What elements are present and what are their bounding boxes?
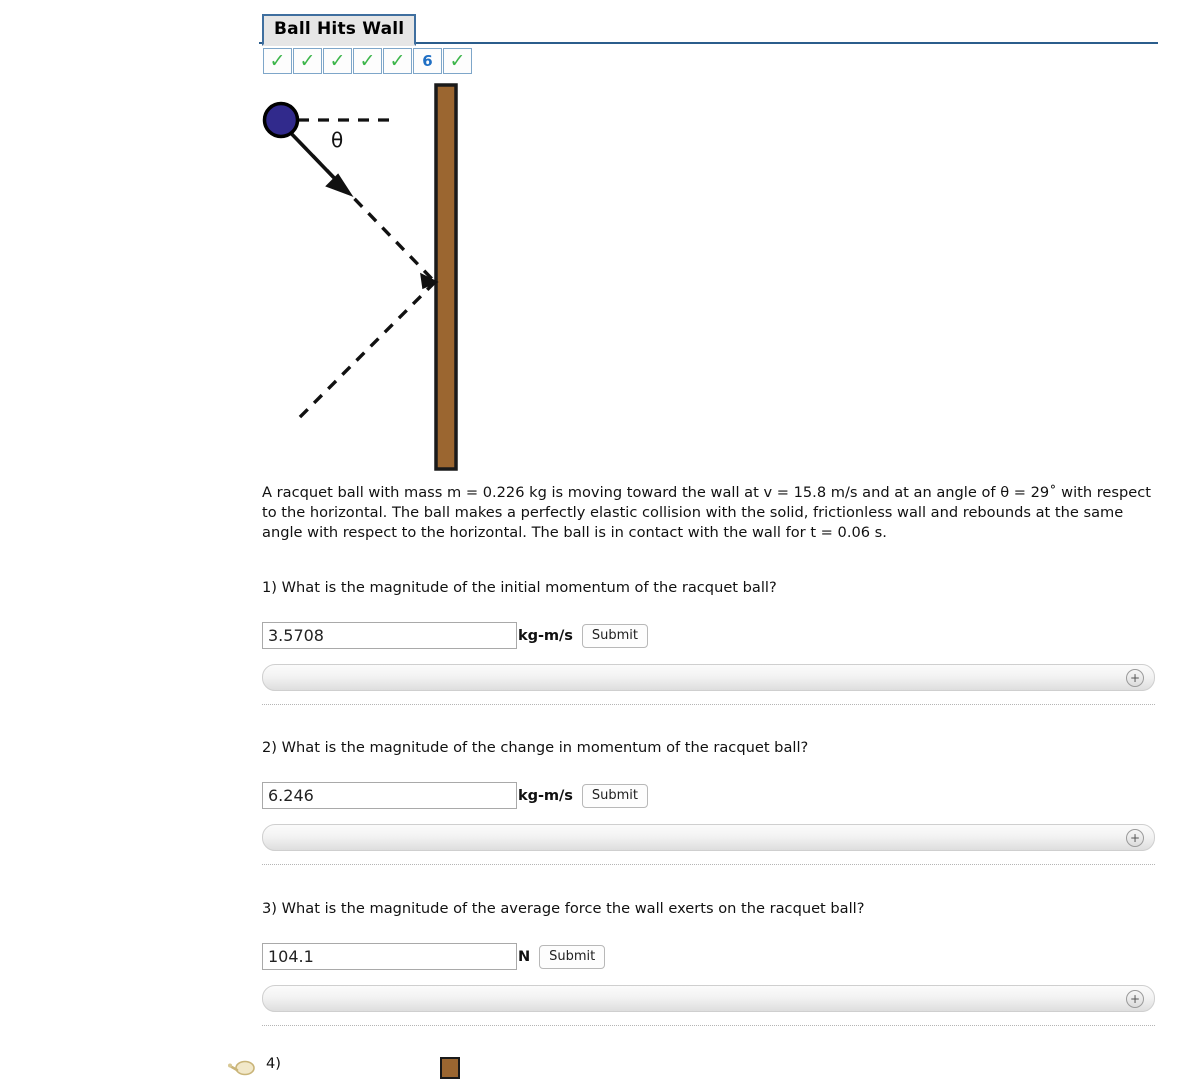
- plus-icon[interactable]: +: [1126, 989, 1144, 1008]
- question-1-unit-label: kg-m/s: [518, 627, 573, 644]
- tab-strip: Ball Hits Wall: [0, 0, 1200, 46]
- question-3-answer-input[interactable]: [262, 943, 517, 970]
- question-1-prompt: 1) What is the magnitude of the initial …: [262, 579, 777, 596]
- progress-number: 6: [422, 51, 433, 70]
- progress-box-5[interactable]: ✓: [383, 48, 412, 74]
- question-3-unit-label: N: [518, 948, 531, 965]
- velocity-arrow-head: [325, 173, 354, 198]
- question-3: 3) What is the magnitude of the average …: [262, 899, 1162, 1027]
- question-1-answer-input[interactable]: [262, 622, 517, 649]
- progress-box-1[interactable]: ✓: [263, 48, 292, 74]
- question-4-partial-row: 4): [228, 1055, 1188, 1079]
- question-2: 2) What is the magnitude of the change i…: [262, 738, 1162, 866]
- question-separator: [262, 1025, 1155, 1027]
- rebound-trajectory-dashed: [295, 280, 437, 422]
- ball-hits-wall-diagram: θ: [255, 82, 485, 474]
- question-2-feedback-bar: +: [262, 824, 1155, 851]
- ball-shape: [262, 101, 300, 139]
- check-icon: ✓: [389, 49, 406, 72]
- question-1: 1) What is the magnitude of the initial …: [262, 578, 1162, 706]
- wall-shape-partial: [440, 1057, 460, 1079]
- question-3-feedback-bar: +: [262, 985, 1155, 1012]
- question-separator: [262, 864, 1155, 866]
- wall-shape: [434, 83, 458, 471]
- progress-boxes: ✓ ✓ ✓ ✓ ✓ 6 ✓: [263, 48, 473, 74]
- question-3-prompt: 3) What is the magnitude of the average …: [262, 900, 865, 917]
- check-icon: ✓: [449, 49, 466, 72]
- question-1-answer-row: kg-m/s Submit: [262, 622, 1162, 649]
- progress-box-7[interactable]: ✓: [443, 48, 472, 74]
- check-icon: ✓: [269, 49, 286, 72]
- progress-box-6[interactable]: 6: [413, 48, 442, 74]
- progress-box-3[interactable]: ✓: [323, 48, 352, 74]
- check-icon: ✓: [329, 49, 346, 72]
- question-2-unit-label: kg-m/s: [518, 787, 573, 804]
- question-4-label: 4): [266, 1055, 281, 1072]
- plus-icon[interactable]: +: [1126, 828, 1144, 847]
- question-2-prompt: 2) What is the magnitude of the change i…: [262, 739, 809, 756]
- question-2-answer-row: kg-m/s Submit: [262, 782, 1162, 809]
- plus-icon[interactable]: +: [1126, 668, 1144, 687]
- tab-ball-hits-wall[interactable]: Ball Hits Wall: [262, 14, 417, 46]
- question-2-submit-button[interactable]: Submit: [581, 783, 648, 808]
- question-3-answer-row: N Submit: [262, 943, 1162, 970]
- question-1-feedback-bar: +: [262, 664, 1155, 691]
- angle-label: θ: [331, 128, 343, 152]
- problem-statement: A racquet ball with mass m = 0.226 kg is…: [262, 484, 1151, 542]
- question-1-submit-button[interactable]: Submit: [581, 623, 648, 648]
- check-icon: ✓: [299, 49, 316, 72]
- progress-box-4[interactable]: ✓: [353, 48, 382, 74]
- progress-box-2[interactable]: ✓: [293, 48, 322, 74]
- question-3-submit-button[interactable]: Submit: [539, 944, 606, 969]
- question-separator: [262, 704, 1155, 706]
- question-2-answer-input[interactable]: [262, 782, 517, 809]
- check-icon: ✓: [359, 49, 376, 72]
- racquet-icon: [228, 1060, 255, 1076]
